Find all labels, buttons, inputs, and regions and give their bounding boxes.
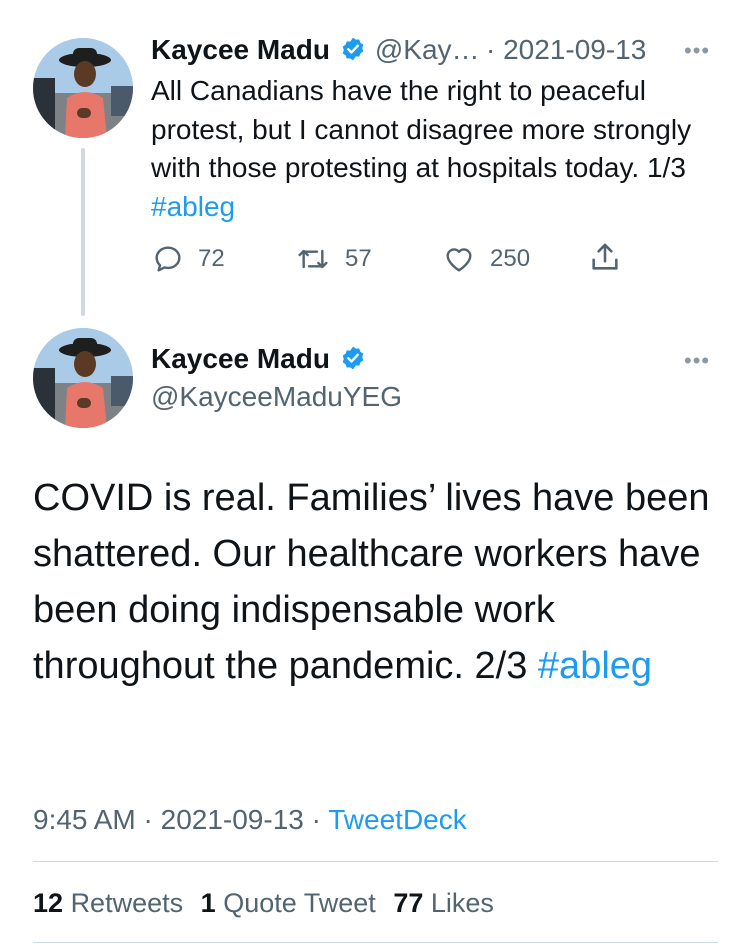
tweet-meta: 9:45 AM · 2021-09-13 · TweetDeck [33, 804, 467, 836]
retweets-stat[interactable]: 12 Retweets [33, 888, 183, 918]
likes-count: 77 [393, 888, 424, 918]
like-icon [446, 248, 472, 272]
more-icon[interactable]: ••• [684, 348, 710, 374]
hashtag-link[interactable]: #ableg [538, 645, 652, 687]
engagement-stats: 12 Retweets 1 Quote Tweet 77 Likes [33, 888, 494, 919]
avatar-photo [33, 38, 133, 138]
reply-count: 72 [198, 245, 225, 272]
author-avatar[interactable] [33, 328, 133, 428]
author-name[interactable]: Kaycee Madu [151, 343, 330, 374]
divider [33, 861, 718, 862]
retweet-button[interactable]: 57 [295, 243, 372, 275]
avatar-photo [33, 328, 133, 428]
author-handle[interactable]: @Kay… [375, 34, 480, 65]
tweet-body: All Canadians have the right to peaceful… [151, 75, 692, 183]
meta-separator: · [135, 804, 161, 835]
verified-badge-icon [340, 345, 366, 376]
tweet-time[interactable]: 9:45 AM [33, 804, 136, 835]
thread-connector-line [81, 148, 85, 316]
tweet2-header: Kaycee Madu [151, 343, 366, 376]
author-name[interactable]: Kaycee Madu [151, 34, 330, 65]
hashtag-link[interactable]: #ableg [151, 191, 235, 222]
author-avatar[interactable] [33, 38, 133, 138]
tweet1-header: Kaycee Madu @Kay… · 2021-09-13 [151, 34, 646, 67]
tweet-date[interactable]: 2021-09-13 [161, 804, 304, 835]
tweet1-text: All Canadians have the right to peaceful… [151, 72, 731, 226]
share-button[interactable] [588, 240, 636, 274]
quote-tweets-label: Quote Tweet [223, 888, 376, 918]
likes-label: Likes [430, 888, 494, 918]
reply-button[interactable]: 72 [152, 243, 225, 275]
like-count: 250 [490, 245, 531, 272]
tweet2-text: COVID is real. Families’ lives have been… [33, 470, 723, 694]
author-handle[interactable]: @KayceeMaduYEG [151, 381, 402, 413]
divider [33, 942, 718, 943]
retweets-count: 12 [33, 888, 64, 918]
retweet-icon [298, 249, 328, 269]
share-icon [592, 243, 618, 270]
like-button[interactable]: 250 [442, 243, 530, 275]
quote-tweets-count: 1 [200, 888, 216, 918]
quote-tweets-stat[interactable]: 1 Quote Tweet [201, 888, 376, 918]
reply-icon [155, 246, 181, 272]
meta-separator: · [303, 804, 329, 835]
tweet-date[interactable]: · 2021-09-13 [486, 34, 646, 65]
retweet-count: 57 [345, 245, 372, 272]
tweet-source-link[interactable]: TweetDeck [328, 804, 467, 835]
likes-stat[interactable]: 77 Likes [393, 888, 494, 918]
retweets-label: Retweets [70, 888, 184, 918]
verified-badge-icon [340, 36, 366, 67]
more-icon[interactable]: ••• [684, 38, 710, 64]
